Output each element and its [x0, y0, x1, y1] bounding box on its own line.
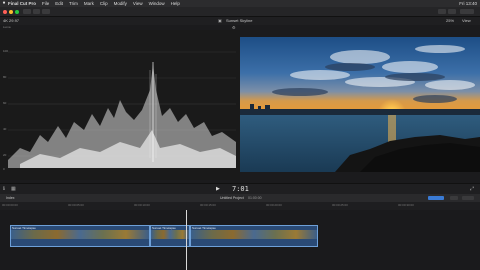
menu-window[interactable]: Window — [149, 0, 165, 7]
scope-title: Luma — [3, 25, 11, 29]
viewer-bottom-spacer — [240, 172, 480, 183]
project-duration: 01:00:00 — [248, 196, 262, 200]
project-name: Untitled Project — [220, 196, 244, 200]
clock: Fri 13:40 — [459, 1, 477, 6]
timeline-index-button[interactable]: Index — [6, 194, 15, 202]
import-button[interactable] — [23, 9, 31, 14]
menu-app[interactable]: Final Cut Pro — [8, 0, 36, 7]
ruler-tick-6: 00:00:30:00 — [398, 203, 414, 207]
background-tasks-button[interactable] — [42, 9, 50, 14]
ruler-tick-3: 00:00:15:00 — [200, 203, 216, 207]
ruler-tick-5: 00:00:25:00 — [332, 203, 348, 207]
clip-appearance-icon[interactable]: ▦ — [11, 186, 16, 192]
skimming-toggle[interactable] — [428, 196, 444, 200]
fullscreen-icon[interactable]: ⤢ — [470, 186, 474, 192]
viewer-title: Sunset Skyline — [226, 18, 253, 23]
ruler-tick-4: 00:00:20:00 — [266, 203, 282, 207]
menu-bar: ● Final Cut Pro File Edit Trim Mark Clip… — [0, 0, 480, 7]
scope-scale-40: 40 — [3, 127, 7, 131]
timeline-clip-2[interactable]: Sunset Timelapse — [150, 225, 190, 247]
tool-select-icon[interactable]: ℹ — [3, 186, 5, 192]
timeline-clip-1[interactable]: Sunset Timelapse — [10, 225, 150, 247]
menu-trim[interactable]: Trim — [69, 0, 78, 7]
scope-scale-60: 60 — [3, 101, 7, 105]
keyword-button[interactable] — [33, 9, 40, 14]
waveform-graphic — [8, 51, 236, 168]
menu-clip[interactable]: Clip — [100, 0, 108, 7]
scope-scale-0: 0 — [3, 167, 5, 171]
view-menu[interactable]: View — [462, 17, 471, 25]
scope-scale-100: 100 — [3, 49, 9, 53]
viewer-menu-icon[interactable]: ▣ — [218, 17, 222, 25]
timeline-clip-3[interactable]: Sunset Timelapse — [190, 225, 318, 247]
toolbar — [0, 7, 480, 17]
clip-filmstrip — [151, 230, 189, 239]
menu-file[interactable]: File — [42, 0, 49, 7]
format-label: 4K 29.97 — [3, 18, 20, 23]
menu-view[interactable]: View — [133, 0, 143, 7]
share-button[interactable] — [460, 9, 474, 14]
ruler-tick-0: 00:00:00:00 — [2, 203, 18, 207]
apple-menu-icon[interactable]: ● — [0, 0, 8, 7]
timecode-display: 7:01 — [232, 185, 249, 193]
play-button[interactable]: ▶ — [216, 186, 220, 192]
clip-filmstrip — [11, 230, 149, 239]
menu-edit[interactable]: Edit — [55, 0, 63, 7]
minimize-window-icon[interactable] — [9, 9, 13, 14]
clip-filmstrip — [191, 230, 317, 239]
viewer-header: 4K 29.97 ▣ Sunset Skyline 25% View — [0, 17, 480, 25]
menu-help[interactable]: Help — [171, 0, 180, 7]
libraries-button[interactable] — [438, 9, 446, 14]
menu-modify[interactable]: Modify — [114, 0, 127, 7]
ruler-tick-1: 00:00:05:00 — [68, 203, 84, 207]
playhead[interactable] — [186, 210, 187, 270]
sunset-video-frame — [240, 37, 480, 172]
scope-scale-20: 20 — [3, 153, 7, 157]
timeline-header: Index Untitled Project 01:00:00 — [0, 194, 480, 202]
ruler-tick-2: 00:00:10:00 — [134, 203, 150, 207]
status-area: Fri 13:40 — [459, 0, 477, 7]
luma-waveform-scope: 100 80 60 40 20 0 — [0, 30, 240, 180]
viewer-image — [240, 37, 480, 172]
menu-mark[interactable]: Mark — [84, 0, 94, 7]
zoom-window-icon[interactable] — [15, 9, 19, 14]
scope-scale-80: 80 — [3, 75, 7, 79]
zoom-slider[interactable] — [462, 196, 474, 200]
audio-skim-toggle[interactable] — [450, 196, 458, 200]
inspector-button[interactable] — [448, 9, 456, 14]
zoom-select[interactable]: 25% — [446, 17, 454, 25]
close-window-icon[interactable] — [3, 9, 7, 14]
